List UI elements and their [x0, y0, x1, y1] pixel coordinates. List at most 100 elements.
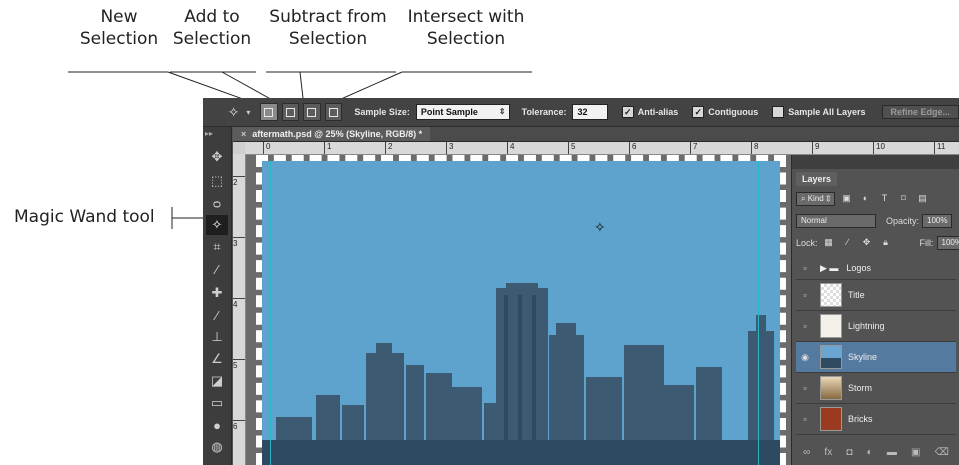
lock-position-icon[interactable]: ✥ [859, 237, 875, 249]
marquee-tool-icon[interactable]: ⬚ [206, 171, 228, 191]
checkbox-empty-icon [772, 106, 785, 118]
subtract-selection-icon [307, 107, 317, 117]
layer-bricks[interactable]: ▫ Bricks [796, 404, 956, 435]
refine-edge-button[interactable]: Refine Edge... [881, 105, 959, 119]
clone-stamp-tool-icon[interactable]: ⊥ [206, 327, 228, 347]
callout-subtract-from-selection: Subtract from Selection [262, 6, 394, 50]
sample-all-layers-label: Sample All Layers [788, 107, 866, 117]
adjustment-layer-icon[interactable]: ◐ [867, 447, 873, 458]
ruler-tick: 7 [690, 142, 697, 154]
blend-mode-select[interactable]: Normal [796, 214, 876, 228]
document-canvas[interactable]: ✧ [256, 155, 786, 465]
blend-row: Normal Opacity: 100% [796, 213, 953, 229]
healing-brush-tool-icon[interactable]: ✚ [206, 283, 228, 303]
visibility-toggle[interactable]: ▫ [798, 261, 812, 275]
layer-style-icon[interactable]: fx [824, 447, 832, 458]
eraser-tool-icon[interactable]: ◪ [206, 371, 228, 391]
crop-tool-icon[interactable]: ⌗ [206, 237, 228, 257]
magic-wand-tool-icon[interactable]: ✧ [206, 215, 228, 235]
layer-lightning[interactable]: ▫ Lightning [796, 311, 956, 342]
new-group-icon[interactable]: ▬ [887, 447, 897, 458]
sample-all-layers-checkbox[interactable]: Sample All Layers [772, 106, 866, 118]
lock-row: Lock: ▦ ∕ ✥ 🔒︎ Fill: 100% [796, 235, 959, 251]
lock-all-icon[interactable]: 🔒︎ [878, 237, 894, 249]
callout-line-1: New [100, 7, 138, 27]
ruler-tick: 1 [324, 142, 331, 154]
lasso-tool-icon[interactable]: ᴑ [206, 193, 228, 213]
add-selection-icon [285, 107, 295, 117]
trash-icon[interactable]: ⌫ [935, 447, 949, 458]
layer-name: Logos [846, 263, 871, 273]
layer-skyline[interactable]: ◉ Skyline [796, 342, 956, 373]
link-layers-icon[interactable]: ∞ [803, 447, 810, 458]
close-icon[interactable]: × [241, 129, 246, 139]
visibility-toggle[interactable]: ▫ [798, 381, 812, 395]
new-layer-icon[interactable]: ▣ [911, 447, 920, 458]
ruler-tick: 5 [233, 359, 245, 370]
layer-group-logos[interactable]: ▫ ▶ ▬ Logos [796, 257, 956, 280]
horizontal-ruler[interactable]: 0 1 2 3 4 5 6 7 8 9 10 11 [245, 142, 959, 155]
history-brush-tool-icon[interactable]: ∠ [206, 349, 228, 369]
contiguous-label: Contiguous [708, 107, 759, 117]
new-selection-button[interactable] [260, 103, 278, 121]
intersect-with-selection-button[interactable] [324, 103, 343, 121]
gradient-tool-icon[interactable]: ▭ [206, 393, 228, 413]
callout-new-selection: New Selection [64, 6, 174, 50]
eye-icon[interactable]: ◉ [798, 350, 812, 364]
guide-line[interactable] [270, 161, 271, 465]
callout-add-to-selection: Add to Selection [168, 6, 256, 50]
guide-line[interactable] [758, 161, 759, 465]
tolerance-input[interactable]: 32 [572, 104, 608, 120]
layer-name: Skyline [848, 352, 878, 362]
dodge-tool-icon[interactable]: ◍ [206, 437, 228, 457]
blur-tool-icon[interactable]: ● [206, 415, 228, 435]
photoshop-window: ✧ ▾ Sample Size: Point Sample Tolerance:… [203, 98, 959, 465]
canvas-area[interactable]: ✧ [246, 155, 792, 465]
chevron-down-icon[interactable]: ▾ [246, 108, 256, 117]
filter-kind-select[interactable]: ⌕ Kind ⇕ [796, 192, 836, 206]
ruler-tick: 3 [233, 237, 245, 248]
ruler-tick: 6 [629, 142, 636, 154]
ruler-tick: 4 [507, 142, 514, 154]
fill-input[interactable]: 100% [936, 236, 959, 250]
ruler-tick: 2 [233, 176, 245, 187]
brush-tool-icon[interactable]: ∕ [206, 305, 228, 325]
checkmark-icon: ✓ [621, 106, 634, 118]
eyedropper-tool-icon[interactable]: ⁄ [206, 259, 228, 279]
move-tool-icon[interactable]: ✥ [206, 147, 228, 167]
contiguous-checkbox[interactable]: ✓ Contiguous [692, 106, 758, 118]
document-tab[interactable]: × aftermath.psd @ 25% (Skyline, RGB/8) * [233, 127, 431, 141]
type-filter-icon[interactable]: T [876, 193, 892, 205]
layer-storm[interactable]: ▫ Storm [796, 373, 956, 404]
layers-panel-footer: ∞ fx ◘ ◐ ▬ ▣ ⌫ [796, 443, 956, 461]
magic-wand-tool-preset-icon[interactable]: ✧ [221, 102, 246, 122]
lock-paint-icon[interactable]: ∕ [840, 237, 856, 249]
visibility-toggle[interactable]: ▫ [798, 412, 812, 426]
adjustment-filter-icon[interactable]: ◐ [857, 193, 873, 205]
tab-layers[interactable]: Layers [796, 172, 838, 186]
opacity-input[interactable]: 100% [922, 214, 953, 228]
collapse-arrows-icon[interactable]: ▸▸ [205, 129, 213, 138]
shape-filter-icon[interactable]: ⌑ [895, 193, 911, 205]
sample-size-select[interactable]: Point Sample [415, 104, 510, 120]
ruler-corner [233, 142, 245, 154]
document-title: aftermath.psd @ 25% (Skyline, RGB/8) * [252, 129, 423, 139]
skyline-image [262, 161, 780, 465]
visibility-toggle[interactable]: ▫ [798, 319, 812, 333]
smart-object-filter-icon[interactable]: ▤ [914, 193, 930, 205]
layer-thumbnail [820, 407, 842, 431]
layer-title[interactable]: ▫ Title [796, 280, 956, 311]
vertical-ruler[interactable]: 2 3 4 5 6 [233, 154, 246, 465]
image-filter-icon[interactable]: ▣ [838, 193, 854, 205]
ruler-tick: 2 [385, 142, 392, 154]
visibility-toggle[interactable]: ▫ [798, 288, 812, 302]
layer-name: Storm [848, 383, 873, 393]
lock-transparent-icon[interactable]: ▦ [821, 237, 837, 249]
tools-panel: ▸▸ ✥ ⬚ ᴑ ✧ ⌗ ⁄ ✚ ∕ ⊥ ∠ ◪ ▭ ● ◍ [203, 127, 232, 465]
ruler-tick: 0 [263, 142, 270, 154]
anti-alias-checkbox[interactable]: ✓ Anti-alias [621, 106, 678, 118]
panel-header [792, 155, 959, 169]
layer-mask-icon[interactable]: ◘ [846, 447, 852, 458]
subtract-from-selection-button[interactable] [303, 103, 321, 121]
add-to-selection-button[interactable] [281, 103, 300, 121]
